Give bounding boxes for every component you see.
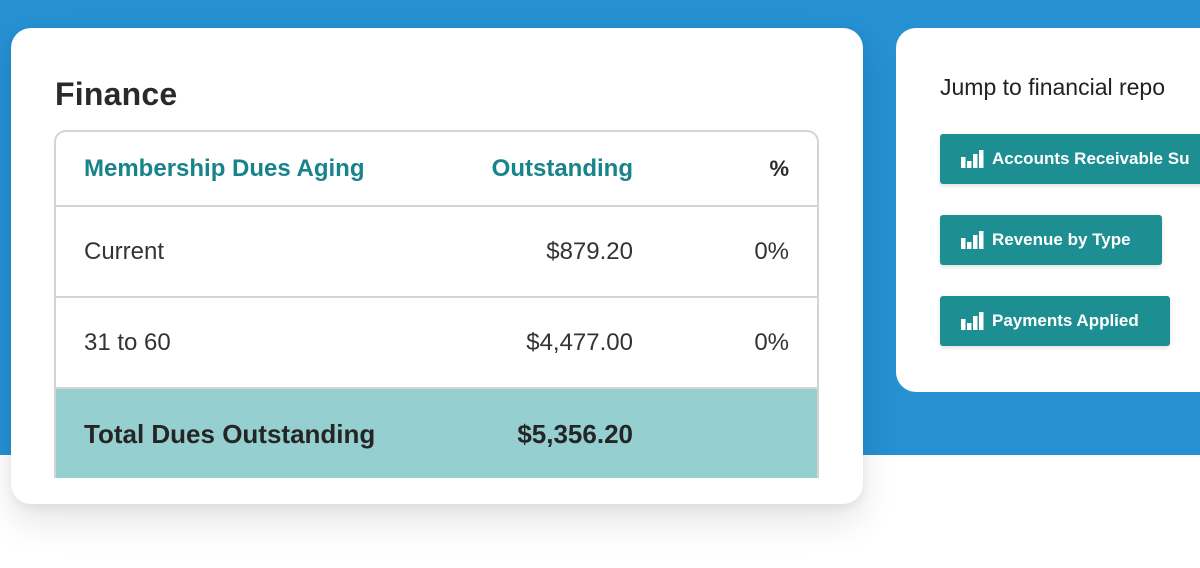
button-label: Accounts Receivable Su: [992, 149, 1190, 168]
dues-aging-table: Membership Dues Aging Outstanding % Curr…: [54, 130, 819, 478]
bar-chart-icon: [961, 312, 984, 330]
button-label: Payments Applied: [992, 311, 1139, 330]
column-header-percent: %: [769, 155, 789, 181]
row-percent: 0%: [754, 328, 789, 356]
bar-chart-icon: [961, 150, 984, 168]
row-label: 31 to 60: [84, 328, 171, 356]
accounts-receivable-report-button[interactable]: Accounts Receivable Su: [940, 134, 1200, 184]
row-outstanding: $879.20: [546, 237, 633, 265]
finance-title: Finance: [55, 76, 178, 112]
row-outstanding: $4,477.00: [526, 328, 633, 356]
table-header-row: Membership Dues Aging Outstanding %: [56, 132, 817, 207]
column-header-outstanding[interactable]: Outstanding: [492, 132, 633, 205]
row-percent: 0%: [754, 237, 789, 265]
total-label: Total Dues Outstanding: [84, 419, 376, 449]
reports-title: Jump to financial repo: [940, 74, 1166, 100]
button-label: Revenue by Type: [992, 230, 1131, 249]
financial-reports-card: Jump to financial repo Accounts Receivab…: [896, 28, 1200, 392]
revenue-by-type-report-button[interactable]: Revenue by Type: [940, 215, 1162, 265]
payments-applied-report-button[interactable]: Payments Applied: [940, 296, 1170, 346]
finance-card: Finance Membership Dues Aging Outstandin…: [11, 28, 863, 504]
total-outstanding: $5,356.20: [517, 419, 633, 449]
bar-chart-icon: [961, 231, 984, 249]
column-header-dues-aging[interactable]: Membership Dues Aging: [84, 132, 364, 205]
table-row: Current $879.20 0%: [56, 207, 817, 298]
table-row: 31 to 60 $4,477.00 0%: [56, 298, 817, 389]
row-label: Current: [84, 237, 165, 265]
table-total-row: Total Dues Outstanding $5,356.20: [56, 389, 817, 478]
